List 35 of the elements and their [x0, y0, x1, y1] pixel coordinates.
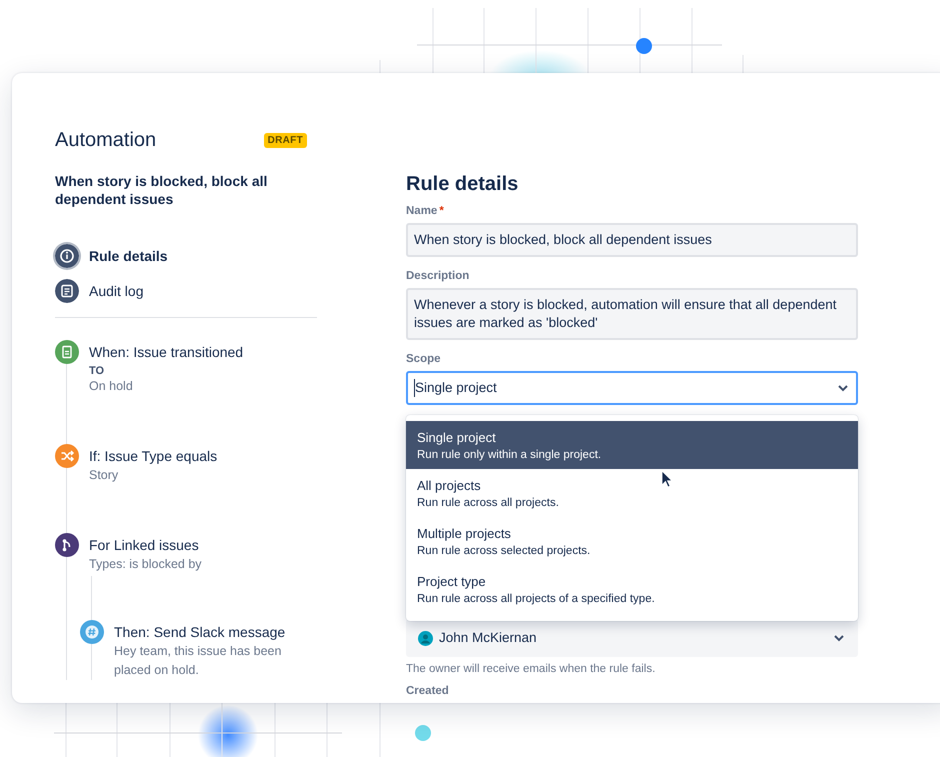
- step-detail: Types: is blocked by: [89, 556, 203, 573]
- helper-text: The owner will receive emails when the rule fails.: [406, 663, 656, 675]
- field-label: Created: [406, 684, 450, 698]
- field-label: Scope: [406, 352, 442, 366]
- nav-item[interactable]: Audit log: [55, 273, 144, 308]
- decoration-dot: [636, 38, 652, 54]
- info-icon: [55, 244, 79, 268]
- step-title[interactable]: When: Issue transitioned: [89, 342, 289, 362]
- nav-item[interactable]: Rule details: [55, 238, 168, 273]
- field-label: TO: [89, 365, 106, 377]
- field-label: Name *: [406, 204, 445, 218]
- menu-option[interactable]: Single project Run rule only within a single project.: [406, 421, 858, 469]
- menu-option[interactable]: All projects Run rule across all projects.: [406, 469, 858, 517]
- scope-select[interactable]: Single project: [406, 371, 858, 405]
- decoration-dot: [415, 725, 431, 741]
- document-icon: [55, 278, 79, 302]
- pointer-icon: [661, 470, 673, 488]
- step-detail: Story: [89, 467, 120, 484]
- avatar-icon: [418, 630, 433, 646]
- step-detail: Hey team, this issue has been placed on hold.: [114, 643, 282, 679]
- step-title[interactable]: Then: Send Slack message: [114, 622, 314, 642]
- name-field[interactable]: When story is blocked, block all dependent issues: [406, 223, 858, 257]
- menu-option[interactable]: Project type Run rule across all projects of a specified type.: [406, 565, 858, 613]
- menu-option[interactable]: Multiple projects Run rule across selected projects.: [406, 517, 858, 565]
- owner-select[interactable]: John McKiernan: [406, 619, 858, 657]
- page-title: Automation: [55, 128, 156, 152]
- field-label: Description: [406, 269, 470, 283]
- step-title[interactable]: If: Issue Type equals: [89, 446, 289, 466]
- step-detail: On hold: [89, 378, 134, 395]
- step-title[interactable]: For Linked issues: [89, 535, 289, 555]
- status-badge: DRAFT: [264, 132, 307, 148]
- section-heading: Rule details: [406, 172, 520, 196]
- description-field[interactable]: Whenever a story is blocked, automation will ensure that all dependent issues are marked as 'blocked': [406, 288, 858, 340]
- rule-name: When story is blocked, block all dependent issues: [55, 172, 268, 208]
- owner-name: John McKiernan: [439, 629, 537, 647]
